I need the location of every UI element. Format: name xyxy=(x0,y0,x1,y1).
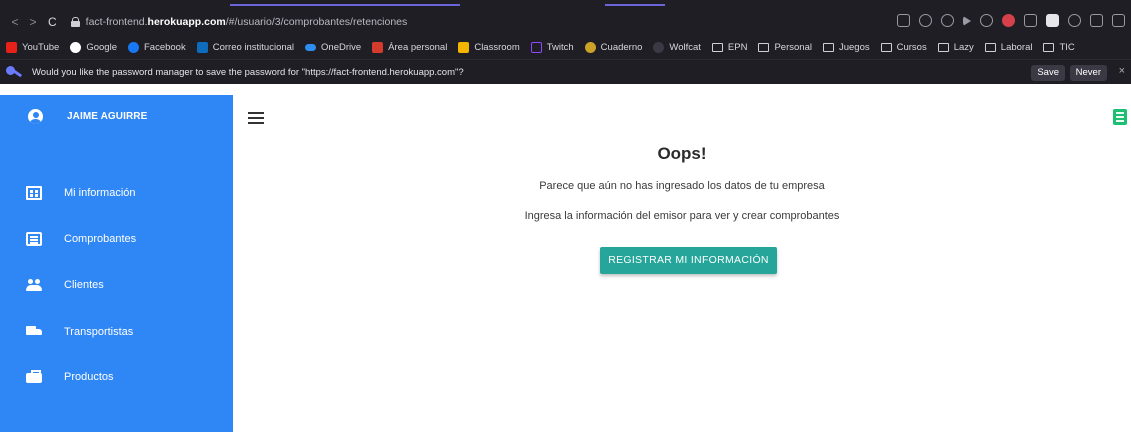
bookmark-classroom[interactable]: Classroom xyxy=(458,41,520,53)
url-text[interactable]: fact-frontend.herokuapp.com/#/usuario/3/… xyxy=(86,16,408,28)
camera-icon[interactable] xyxy=(919,14,932,27)
user-icon xyxy=(28,109,43,124)
password-prompt-text: Would you like the password manager to s… xyxy=(32,66,464,78)
lock-icon[interactable] xyxy=(70,17,80,27)
hamburger-menu-icon[interactable] xyxy=(248,112,264,124)
tab-indicator xyxy=(605,4,665,6)
sidebar-item-comprobantes[interactable]: Comprobantes xyxy=(26,232,136,246)
save-password-button[interactable]: Save xyxy=(1031,65,1065,81)
folder-cursos[interactable]: Cursos xyxy=(880,42,927,53)
bookmarks-bar: YouTube Google Facebook Correo instituci… xyxy=(0,35,1131,59)
folder-icon xyxy=(822,42,834,52)
bookmark-wolfcat[interactable]: Wolfcat xyxy=(653,41,701,53)
address-bar[interactable]: < > C fact-frontend.herokuapp.com/#/usua… xyxy=(0,9,1131,35)
app: JAIME AGUIRRE Mi información Comprobante… xyxy=(0,95,1131,432)
classroom-icon xyxy=(458,41,470,53)
briefcase-icon xyxy=(26,370,42,384)
bookmark-area-personal[interactable]: Área personal xyxy=(372,41,447,53)
sidebar-item-label: Mi información xyxy=(64,187,136,199)
key-icon xyxy=(6,65,24,79)
user-profile[interactable]: JAIME AGUIRRE xyxy=(28,109,147,124)
tab-strip xyxy=(0,0,1131,9)
page-title: Oops! xyxy=(657,144,707,163)
sidebar-item-label: Comprobantes xyxy=(64,233,137,245)
folder-icon xyxy=(1043,42,1055,52)
star-icon xyxy=(653,41,665,53)
download-icon[interactable] xyxy=(1090,14,1103,27)
cuaderno-icon xyxy=(584,41,596,53)
outlook-icon xyxy=(196,41,208,53)
folder-icon xyxy=(880,42,892,52)
bookmark-youtube[interactable]: YouTube xyxy=(6,41,59,53)
never-save-button[interactable]: Never xyxy=(1069,65,1107,81)
folder-tic[interactable]: TIC xyxy=(1043,42,1075,53)
password-prompt-bar: Would you like the password manager to s… xyxy=(0,59,1131,84)
bookmark-google[interactable]: Google xyxy=(70,41,117,53)
heart-icon[interactable] xyxy=(980,14,993,27)
bookmark-facebook[interactable]: Facebook xyxy=(127,41,186,53)
bookmark-onedrive[interactable]: OneDrive xyxy=(305,42,361,53)
close-circle-icon[interactable] xyxy=(941,14,954,27)
sidebar: JAIME AGUIRRE Mi información Comprobante… xyxy=(0,95,233,432)
folder-icon xyxy=(758,42,770,52)
truck-icon xyxy=(26,325,42,339)
empty-state-message: Parece que aún no has ingresado los dato… xyxy=(539,180,825,192)
reload-button[interactable]: C xyxy=(48,15,57,29)
close-icon[interactable]: × xyxy=(1119,65,1125,77)
folder-personal[interactable]: Personal xyxy=(758,42,812,53)
document-icon xyxy=(26,232,42,246)
moodle-icon xyxy=(372,41,384,53)
tab-indicator xyxy=(230,4,460,6)
sidebar-item-clientes[interactable]: Clientes xyxy=(26,278,104,292)
folder-lazy[interactable]: Lazy xyxy=(937,42,974,53)
google-icon xyxy=(70,41,82,53)
app-logo-icon[interactable] xyxy=(1113,109,1127,125)
onedrive-icon xyxy=(305,43,317,51)
twitch-icon xyxy=(530,41,542,53)
extension-icon[interactable] xyxy=(1024,14,1037,27)
sidebar-item-mi-informacion[interactable]: Mi información xyxy=(26,186,136,200)
sidebar-item-label: Productos xyxy=(64,371,114,383)
main-content: Oops! Parece que aún no has ingresado lo… xyxy=(233,95,1131,432)
folder-laboral[interactable]: Laboral xyxy=(984,42,1032,53)
folder-icon xyxy=(984,42,996,52)
folder-epn[interactable]: EPN xyxy=(711,42,747,53)
sidebar-item-label: Clientes xyxy=(64,279,104,291)
extension-icons xyxy=(897,14,1125,27)
cube-icon[interactable] xyxy=(1068,14,1081,27)
profile-icon[interactable] xyxy=(1046,14,1059,27)
bookmark-correo[interactable]: Correo institucional xyxy=(196,41,294,53)
sidebar-item-transportistas[interactable]: Transportistas xyxy=(26,325,133,339)
sidebar-item-productos[interactable]: Productos xyxy=(26,370,114,384)
building-icon xyxy=(26,186,42,200)
facebook-icon xyxy=(127,41,139,53)
adblock-icon[interactable] xyxy=(1002,14,1015,27)
menu-icon[interactable] xyxy=(1112,14,1125,27)
sidebar-item-label: Transportistas xyxy=(64,326,134,338)
browser-chrome: < > C fact-frontend.herokuapp.com/#/usua… xyxy=(0,0,1131,84)
forward-button[interactable]: > xyxy=(24,15,42,29)
bookmark-cuaderno[interactable]: Cuaderno xyxy=(584,41,642,53)
folder-icon xyxy=(711,42,723,52)
folder-icon xyxy=(937,42,949,52)
empty-state-hint: Ingresa la información del emisor para v… xyxy=(524,210,840,222)
youtube-icon xyxy=(6,41,17,53)
user-name: JAIME AGUIRRE xyxy=(67,111,148,122)
edit-icon[interactable] xyxy=(897,14,910,27)
back-button[interactable]: < xyxy=(6,15,24,29)
folder-juegos[interactable]: Juegos xyxy=(822,42,870,53)
register-info-button[interactable]: REGISTRAR MI INFORMACIÓN xyxy=(600,247,777,274)
bookmark-twitch[interactable]: Twitch xyxy=(530,41,574,53)
people-icon xyxy=(26,278,42,292)
send-icon[interactable] xyxy=(963,15,971,26)
